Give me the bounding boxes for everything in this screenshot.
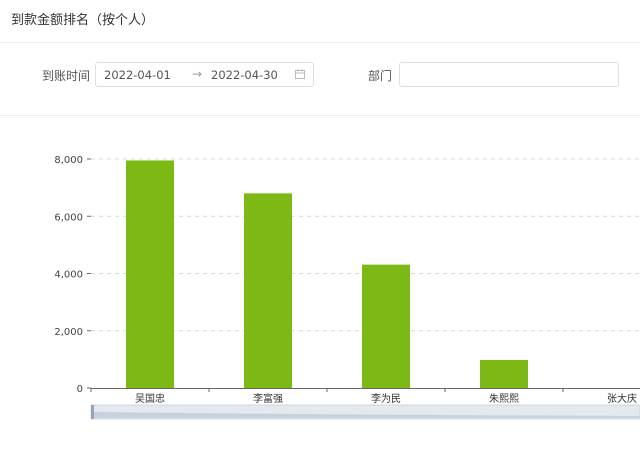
bar-chart: 0 2,000 4,000 6,000 8,000 吴国忠 李富强 李为民 朱熙熙 张大庆 xyxy=(54,155,640,420)
bar xyxy=(126,160,174,388)
bar xyxy=(480,359,528,388)
y-tick-label: 2,000 xyxy=(54,327,83,338)
x-tick-label: 朱熙熙 xyxy=(489,393,519,405)
x-tick-label: 李为民 xyxy=(371,392,401,405)
x-tick-label: 李富强 xyxy=(253,392,283,405)
y-tick-label: 8,000 xyxy=(54,155,83,166)
y-tick-label: 0 xyxy=(77,384,83,395)
y-tick-label: 4,000 xyxy=(54,270,83,281)
y-tick-label: 6,000 xyxy=(54,212,83,223)
bar xyxy=(244,193,292,388)
bar xyxy=(362,264,410,388)
x-tick-label: 吴国忠 xyxy=(135,393,165,405)
zoom-slider-handle[interactable] xyxy=(91,405,94,419)
x-tick-label: 张大庆 xyxy=(607,392,637,405)
